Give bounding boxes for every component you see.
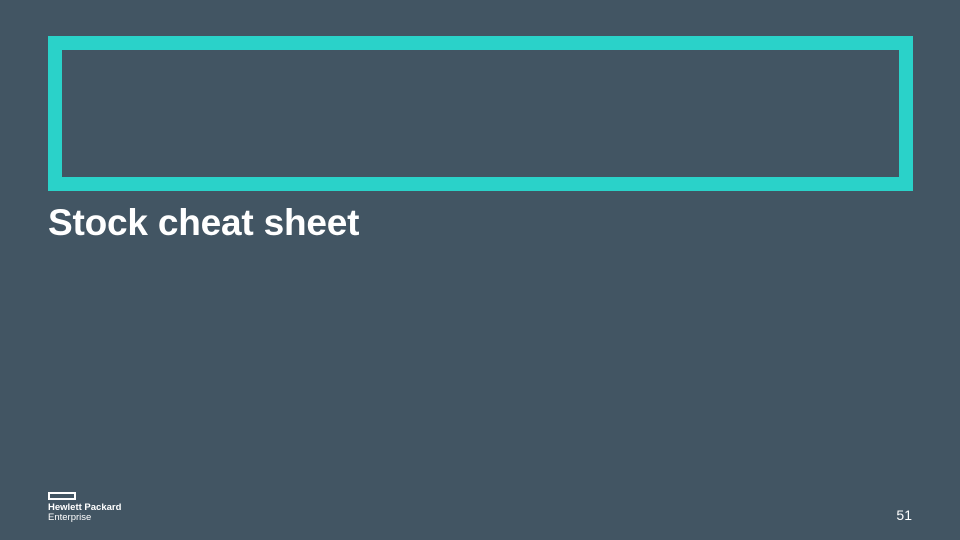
logo-line-2: Enterprise: [48, 512, 92, 523]
slide: Stock cheat sheet Hewlett Packard Enterp…: [0, 0, 960, 540]
accent-frame: [48, 36, 913, 191]
slide-title: Stock cheat sheet: [48, 202, 360, 243]
hpe-logo-text: Hewlett Packard Enterprise: [48, 503, 121, 523]
page-number: 51: [896, 507, 912, 523]
hpe-element-rectangle-icon: [48, 492, 76, 500]
hpe-logo: Hewlett Packard Enterprise: [48, 492, 138, 526]
